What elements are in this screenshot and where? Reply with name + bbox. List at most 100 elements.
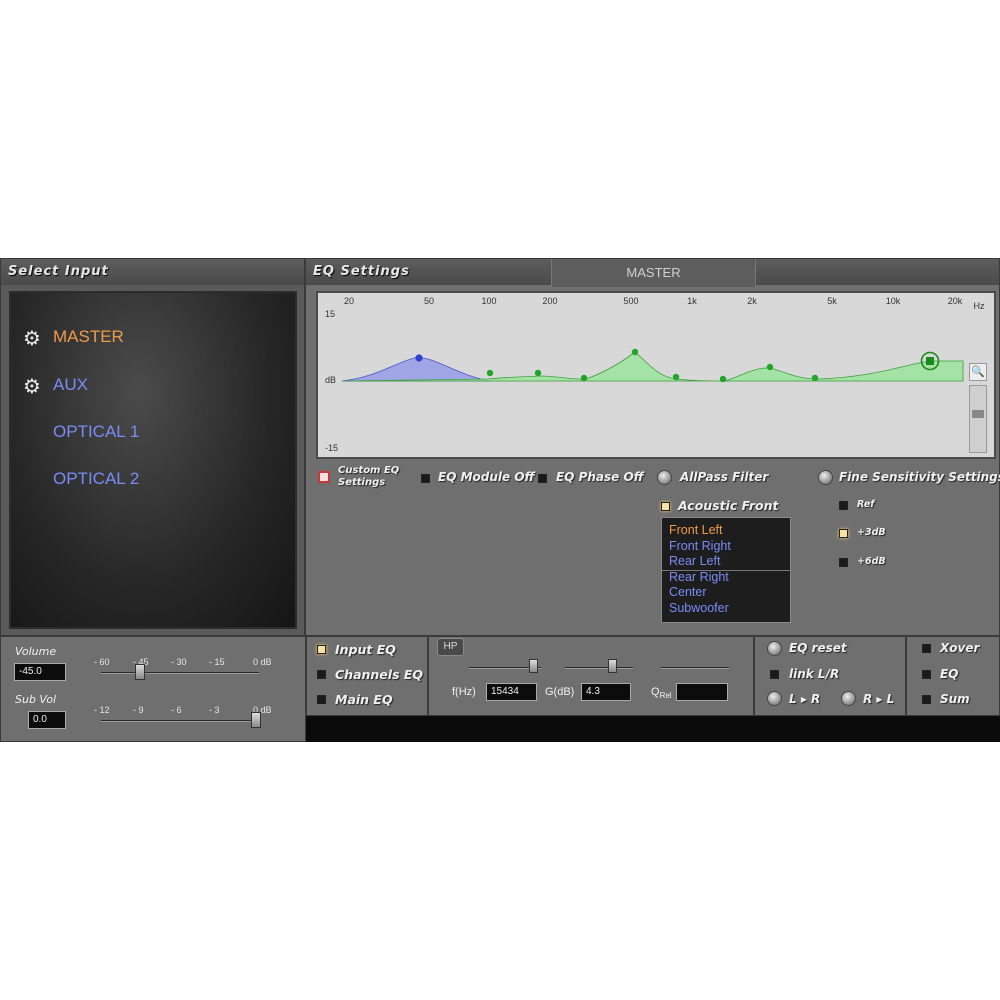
- allpass-label[interactable]: AllPass Filter: [680, 470, 768, 484]
- main-eq-led[interactable]: [317, 695, 326, 704]
- q-value-field[interactable]: [676, 683, 728, 701]
- volume-slider-track[interactable]: [101, 672, 259, 674]
- g-slider-knob[interactable]: [608, 659, 617, 673]
- eq-point[interactable]: [486, 369, 494, 377]
- volume-scale-label: - 30: [171, 657, 187, 667]
- g-label: G(dB): [545, 686, 575, 698]
- eq-phase-off-led[interactable]: [538, 474, 547, 483]
- eq-reset-label[interactable]: EQ reset: [789, 641, 847, 655]
- scrollbar-thumb[interactable]: [972, 410, 984, 418]
- channel-rear-left[interactable]: Rear Left: [669, 554, 720, 568]
- volume-scale-label: - 60: [94, 657, 110, 667]
- channel-front-right[interactable]: Front Right: [669, 539, 731, 553]
- eq-point[interactable]: [766, 363, 774, 371]
- ref-led[interactable]: [839, 501, 848, 510]
- q-slider-track[interactable]: [661, 667, 729, 669]
- freq-label: 20: [343, 296, 355, 306]
- channel-front-left[interactable]: Front Left: [669, 523, 723, 537]
- input-item-optical-1[interactable]: OPTICAL 1: [11, 418, 291, 448]
- xover-led[interactable]: [922, 644, 931, 653]
- plus-3db-led[interactable]: [839, 529, 848, 538]
- allpass-radio[interactable]: [657, 470, 672, 485]
- eq-module-off-led[interactable]: [421, 474, 430, 483]
- r-to-l-label[interactable]: R ▸ L: [863, 692, 894, 706]
- g-slider-track[interactable]: [565, 667, 633, 669]
- freq-label: 50: [423, 296, 435, 306]
- main-eq-label[interactable]: Main EQ: [335, 692, 393, 707]
- plus-6db-label[interactable]: +6dB: [857, 556, 886, 567]
- sub-vol-scale-label: - 6: [171, 705, 182, 715]
- channels-eq-led[interactable]: [317, 670, 326, 679]
- link-lr-label[interactable]: link L/R: [789, 667, 839, 681]
- l-to-r-label[interactable]: L ▸ R: [789, 692, 820, 706]
- sub-vol-slider-track[interactable]: [101, 720, 259, 722]
- fine-sensitivity-label[interactable]: Fine Sensitivity Settings: [839, 470, 1000, 484]
- acoustic-front-label[interactable]: Acoustic Front: [678, 498, 778, 513]
- eq-label[interactable]: EQ: [940, 667, 958, 681]
- eq-point[interactable]: [631, 348, 639, 356]
- eq-module-off-label[interactable]: EQ Module Off: [438, 470, 535, 484]
- channel-center[interactable]: Center: [669, 585, 707, 599]
- fine-sensitivity-radio[interactable]: [818, 470, 833, 485]
- volume-slider-knob[interactable]: [135, 664, 145, 680]
- xover-label[interactable]: Xover: [940, 641, 979, 655]
- hp-button[interactable]: HP: [437, 638, 464, 656]
- input-eq-label[interactable]: Input EQ: [335, 642, 396, 657]
- eq-graph[interactable]: 20 50 100 200 500 1k 2k 5k 10k 20k Hz 15…: [316, 291, 996, 459]
- graph-vertical-scrollbar[interactable]: [969, 385, 987, 453]
- input-item-optical-2[interactable]: OPTICAL 2: [11, 465, 291, 495]
- g-value-field[interactable]: 4.3: [581, 683, 631, 701]
- gear-icon[interactable]: ⚙: [22, 376, 42, 396]
- channels-eq-label[interactable]: Channels EQ: [335, 667, 423, 682]
- eq-reset-radio[interactable]: [767, 641, 782, 656]
- header-filler: [756, 259, 999, 285]
- eq-phase-off-label[interactable]: EQ Phase Off: [556, 470, 644, 484]
- plus-3db-label[interactable]: +3dB: [857, 527, 886, 538]
- volume-scale-label: - 15: [209, 657, 225, 667]
- f-slider-knob[interactable]: [529, 659, 538, 673]
- l-to-r-radio[interactable]: [767, 691, 782, 706]
- eq-point[interactable]: [719, 375, 727, 383]
- f-value-field[interactable]: 15434: [486, 683, 537, 701]
- input-item-label: MASTER: [53, 327, 124, 346]
- input-item-aux[interactable]: ⚙ AUX: [11, 371, 291, 401]
- input-item-master[interactable]: ⚙ MASTER: [11, 323, 291, 353]
- gear-icon[interactable]: ⚙: [22, 328, 42, 348]
- tab-master[interactable]: MASTER: [551, 259, 756, 287]
- eq-point-low-shelf[interactable]: [415, 354, 423, 362]
- eq-point[interactable]: [811, 374, 819, 382]
- channel-subwoofer[interactable]: Subwoofer: [669, 601, 729, 615]
- input-eq-led[interactable]: [317, 645, 326, 654]
- freq-label: 2k: [747, 296, 757, 306]
- select-input-panel: Select Input ⚙ MASTER ⚙ AUX OPTICAL 1 OP…: [0, 258, 305, 636]
- freq-label: 1k: [687, 296, 697, 306]
- eq-point[interactable]: [534, 369, 542, 377]
- f-label: f(Hz): [452, 686, 476, 698]
- sum-label[interactable]: Sum: [940, 692, 970, 706]
- freq-label: 20k: [947, 296, 963, 306]
- zoom-icon[interactable]: 🔍: [969, 363, 987, 381]
- sub-vol-value-field[interactable]: 0.0: [28, 711, 66, 729]
- freq-unit-label: Hz: [973, 301, 985, 311]
- custom-eq-led[interactable]: [318, 471, 330, 483]
- ref-label[interactable]: Ref: [857, 499, 874, 510]
- channel-rear-right[interactable]: Rear Right: [669, 570, 729, 584]
- eq-point[interactable]: [580, 374, 588, 382]
- link-lr-led[interactable]: [770, 670, 779, 679]
- sub-vol-slider-knob[interactable]: [251, 712, 261, 728]
- q-label-main: Q: [651, 686, 660, 698]
- eq-led[interactable]: [922, 670, 931, 679]
- volume-value-field[interactable]: -45.0: [14, 663, 66, 681]
- eq-curve-svg[interactable]: [318, 293, 994, 457]
- acoustic-front-led[interactable]: [661, 502, 670, 511]
- plus-6db-led[interactable]: [839, 558, 848, 567]
- sub-vol-scale-label: - 9: [133, 705, 144, 715]
- eq-point[interactable]: [672, 373, 680, 381]
- custom-eq-label[interactable]: Custom EQ Settings: [338, 465, 402, 489]
- filter-params-panel: f(Hz) 15434 G(dB) 4.3 QRel: [428, 636, 754, 716]
- sum-led[interactable]: [922, 695, 931, 704]
- r-to-l-radio[interactable]: [841, 691, 856, 706]
- channel-list[interactable]: Front Left Front Right Rear Left Rear Ri…: [661, 517, 791, 623]
- eq-select-panel: Input EQ Channels EQ Main EQ: [306, 636, 428, 716]
- eq-point-selected[interactable]: [926, 357, 934, 365]
